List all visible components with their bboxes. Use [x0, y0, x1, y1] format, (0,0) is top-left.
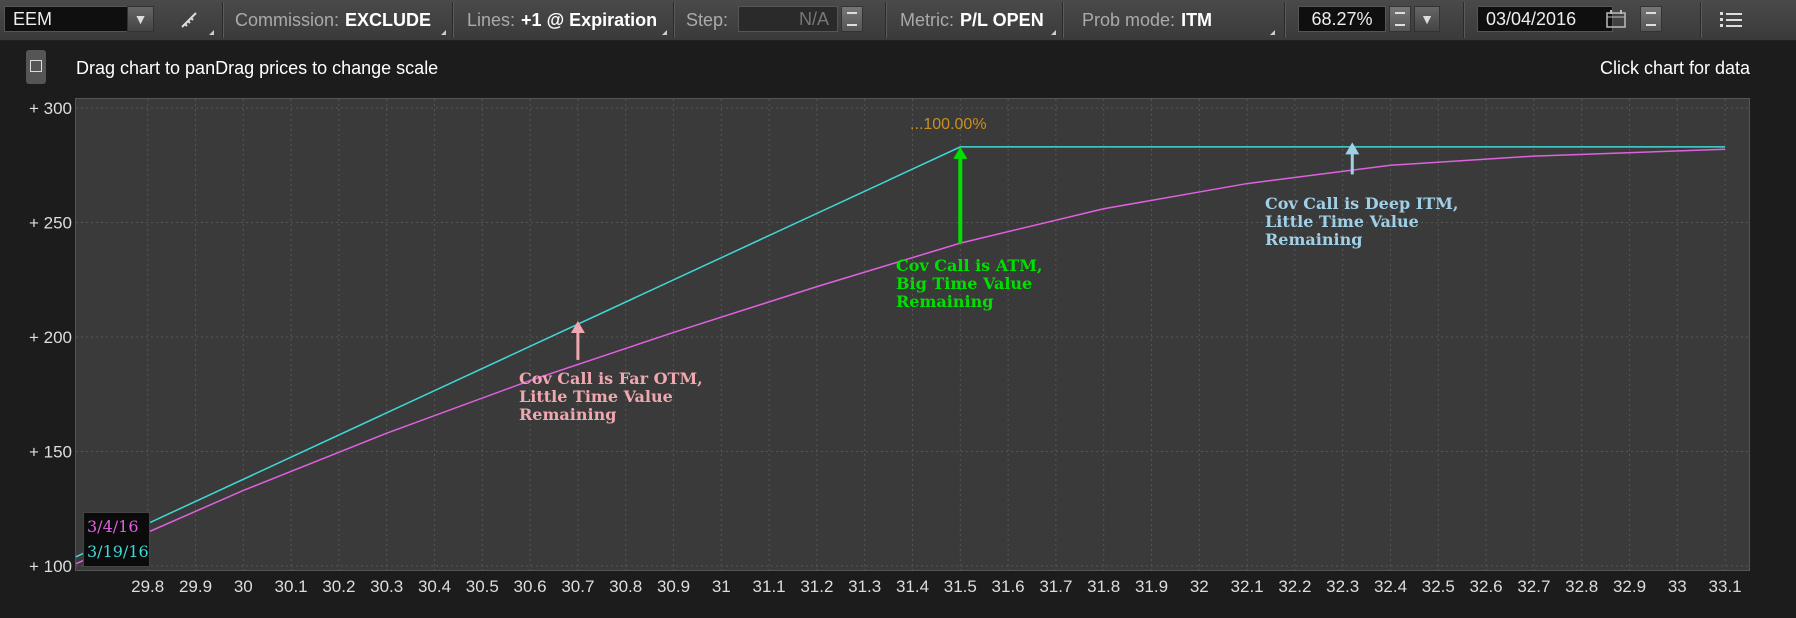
x-tick-label: 32.8	[1565, 577, 1598, 596]
legend-series-3-4-16: 3/4/16	[87, 517, 139, 536]
annotation-arrow-head	[1345, 142, 1360, 155]
x-tick-label: 32.1	[1231, 577, 1264, 596]
series-line-3-4-16	[75, 148, 1726, 565]
x-tick-label: 30.2	[322, 577, 355, 596]
annotation-text: Cov Call is Far OTM, Little Time Value R…	[519, 369, 703, 424]
x-tick-label: 32	[1190, 577, 1209, 596]
x-tick-label: 30.4	[418, 577, 451, 596]
legend: 3/4/16 3/19/16	[83, 512, 150, 567]
x-tick-label: 30.3	[370, 577, 403, 596]
x-tick-label: 31.5	[944, 577, 977, 596]
x-tick-label: 33	[1668, 577, 1687, 596]
x-tick-label: 32.3	[1326, 577, 1359, 596]
x-tick-label: 30.6	[514, 577, 547, 596]
probability-label: ...100.00%	[910, 116, 987, 133]
x-tick-label: 31.3	[848, 577, 881, 596]
y-tick-label: + 200	[29, 328, 72, 347]
x-tick-label: 30	[234, 577, 253, 596]
x-tick-label: 31.1	[753, 577, 786, 596]
annotation-text: Cov Call is ATM, Big Time Value Remainin…	[896, 256, 1043, 311]
x-tick-label: 30.9	[657, 577, 690, 596]
x-tick-label: 30.5	[466, 577, 499, 596]
series-line-3-19-16	[75, 146, 1726, 558]
x-tick-label: 31.6	[992, 577, 1025, 596]
x-tick-label: 31.7	[1039, 577, 1072, 596]
x-tick-label: 32.5	[1422, 577, 1455, 596]
x-tick-label: 29.9	[179, 577, 212, 596]
x-tick-label: 32.4	[1374, 577, 1407, 596]
y-tick-label: + 150	[29, 443, 72, 462]
x-tick-label: 31.4	[896, 577, 929, 596]
x-tick-label: 32.7	[1517, 577, 1550, 596]
legend-series-3-19-16: 3/19/16	[87, 542, 149, 561]
x-tick-label: 30.1	[275, 577, 308, 596]
x-tick-label: 33.1	[1709, 577, 1742, 596]
x-tick-label: 31.2	[800, 577, 833, 596]
x-tick-label: 32.2	[1278, 577, 1311, 596]
y-tick-label: + 300	[29, 99, 72, 118]
annotation-text: Cov Call is Deep ITM, Little Time Value …	[1265, 194, 1459, 249]
x-tick-label: 31.8	[1087, 577, 1120, 596]
x-tick-label: 32.9	[1613, 577, 1646, 596]
x-tick-label: 32.6	[1470, 577, 1503, 596]
y-tick-label: + 100	[29, 557, 72, 576]
x-tick-label: 31.9	[1135, 577, 1168, 596]
x-tick-label: 29.8	[131, 577, 164, 596]
y-tick-label: + 250	[29, 214, 72, 233]
x-tick-label: 30.8	[609, 577, 642, 596]
x-tick-label: 30.7	[561, 577, 594, 596]
x-tick-label: 31	[712, 577, 731, 596]
